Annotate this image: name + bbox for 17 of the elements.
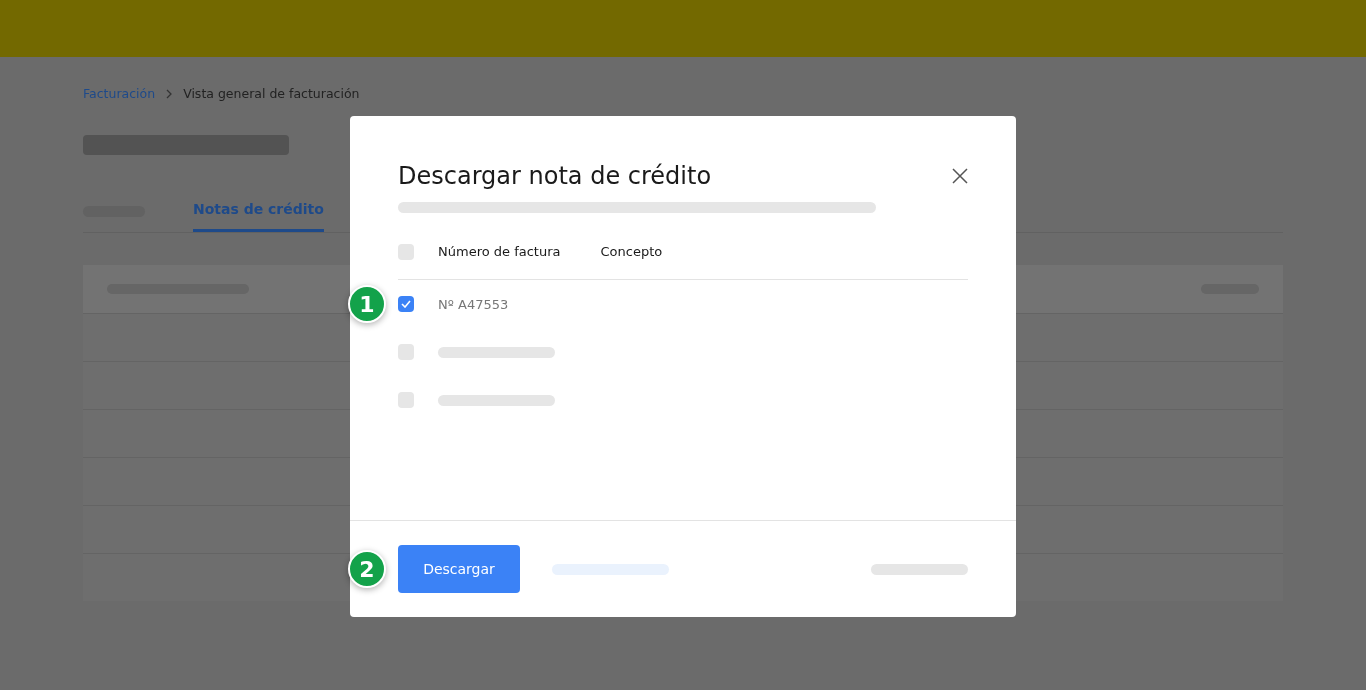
breadcrumb-link[interactable]: Facturación	[83, 86, 156, 101]
close-icon[interactable]	[952, 168, 968, 184]
chevron-icon	[165, 88, 174, 99]
step-badge: 1	[348, 285, 386, 323]
checkbox[interactable]	[398, 296, 414, 312]
checkbox[interactable]	[398, 392, 414, 408]
tab[interactable]: Notas de crédito	[193, 195, 324, 232]
breadcrumb-current: Vista general de facturación	[183, 86, 360, 101]
checkbox[interactable]	[398, 344, 414, 360]
checkmark-icon	[401, 300, 411, 308]
invoice-number: Nº A47553	[438, 296, 509, 312]
dialog-title: Descargar nota de crédito	[398, 162, 712, 190]
step-badge: 2	[348, 550, 386, 588]
checkbox[interactable]	[398, 243, 414, 260]
column-header: Concepto	[600, 244, 663, 259]
column-header: Número de factura	[438, 244, 561, 259]
download-button[interactable]: Descargar	[398, 545, 520, 593]
